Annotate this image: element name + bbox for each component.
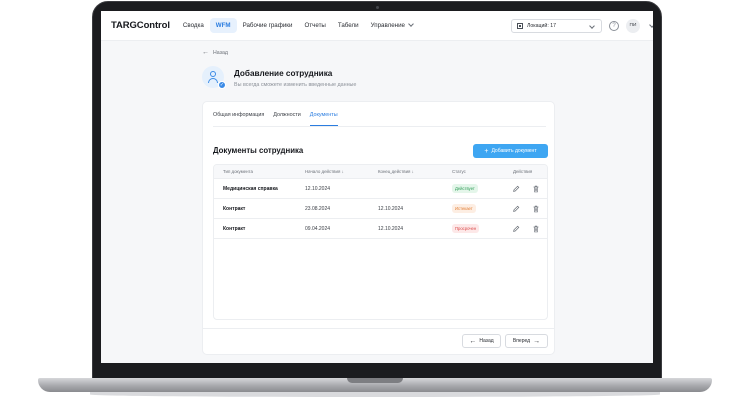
page-subtitle: Вы всегда сможете изменить введенные дан…: [234, 82, 357, 88]
table-row: Контракт 09.04.2024 12.10.2024 Просрочен: [214, 219, 547, 239]
user-icon-body: [208, 78, 218, 83]
page-title: Добавление сотрудника: [234, 69, 333, 78]
tab-documents[interactable]: Документы: [309, 102, 338, 126]
table-header: Тип документа Начало действия ↓ Конец де…: [214, 165, 547, 179]
building-icon: [517, 23, 523, 29]
cell-end: 12.10.2024: [378, 226, 404, 232]
arrow-left-icon: ←: [202, 49, 209, 56]
cell-type: Контракт: [223, 206, 246, 212]
cell-type: Медицинская справка: [223, 186, 278, 192]
help-icon[interactable]: ?: [609, 21, 619, 31]
table-row: Медицинская справка 12.10.2024 Действует: [214, 179, 547, 199]
column-header-end[interactable]: Конец действия ↓: [378, 169, 414, 174]
edit-icon[interactable]: [512, 205, 520, 213]
nav-item-wfm[interactable]: WFM: [209, 18, 237, 33]
chevron-down-icon[interactable]: [649, 22, 653, 28]
tab-positions[interactable]: Должности: [273, 102, 301, 126]
laptop-base: [38, 378, 712, 392]
employee-avatar: ✓: [202, 66, 226, 89]
documents-table: Тип документа Начало действия ↓ Конец де…: [213, 164, 548, 320]
trash-icon[interactable]: [532, 205, 540, 213]
edit-icon[interactable]: [512, 225, 520, 233]
next-button[interactable]: Вперед →: [505, 334, 548, 348]
back-button[interactable]: ← Назад: [462, 334, 501, 348]
nav-item-summary[interactable]: Сводка: [183, 22, 204, 29]
column-header-type[interactable]: Тип документа: [223, 169, 253, 174]
back-button-label: Назад: [479, 338, 494, 344]
arrow-right-icon: →: [533, 337, 541, 345]
cell-end: 12.10.2024: [378, 206, 404, 212]
tab-general-info[interactable]: Общая информация: [213, 102, 264, 126]
user-avatar[interactable]: ПИ: [626, 19, 640, 33]
column-header-status: Статус: [452, 169, 466, 174]
laptop-shadow: [90, 392, 660, 397]
back-link[interactable]: ← Назад: [202, 49, 228, 56]
back-link-label: Назад: [213, 49, 228, 56]
add-document-label: Добавить документ: [491, 148, 537, 154]
status-badge: Просрочен: [452, 224, 480, 233]
nav-item-timesheets[interactable]: Табели: [338, 22, 359, 29]
employee-form-card: Общая информация Должности Документы Док…: [202, 101, 555, 355]
chevron-down-icon: [408, 21, 414, 27]
camera: [376, 6, 379, 9]
app-logo[interactable]: TARGControl: [111, 20, 170, 31]
column-header-actions: Действия: [513, 169, 533, 174]
column-header-start[interactable]: Начало действия ↓: [305, 169, 344, 174]
plus-icon: +: [484, 147, 489, 155]
check-badge-icon: ✓: [218, 81, 226, 89]
arrow-left-icon: ←: [469, 337, 477, 345]
nav-item-management-label: Управление: [370, 22, 405, 29]
cell-type: Контракт: [223, 226, 246, 232]
tabs-divider: [213, 126, 546, 127]
nav-item-schedules[interactable]: Рабочие графики: [243, 22, 293, 29]
location-select[interactable]: Локаций: 17: [511, 19, 602, 33]
laptop-lid: TARGControl Сводка WFM Рабочие графики О…: [92, 1, 662, 379]
status-badge: Действует: [452, 184, 478, 193]
trash-icon[interactable]: [532, 225, 540, 233]
nav-item-management[interactable]: Управление: [370, 21, 414, 29]
location-select-value: Локаций: 17: [527, 23, 556, 29]
tabs: Общая информация Должности Документы: [213, 102, 347, 126]
status-badge: Истекает: [452, 204, 476, 213]
add-document-button[interactable]: + Добавить документ: [473, 144, 548, 158]
edit-icon[interactable]: [512, 185, 520, 193]
footer-divider: [203, 328, 554, 329]
user-icon-head: [210, 71, 216, 77]
trash-icon[interactable]: [532, 185, 540, 193]
screen: TARGControl Сводка WFM Рабочие графики О…: [101, 11, 653, 363]
top-navigation: TARGControl Сводка WFM Рабочие графики О…: [101, 11, 653, 41]
next-button-label: Вперед: [512, 338, 531, 344]
cell-start: 12.10.2024: [305, 186, 331, 192]
section-title: Документы сотрудника: [213, 146, 304, 155]
table-row: Контракт 23.08.2024 12.10.2024 Истекает: [214, 199, 547, 219]
cell-start: 09.04.2024: [305, 226, 331, 232]
laptop-notch: [347, 378, 403, 383]
cell-start: 23.08.2024: [305, 206, 331, 212]
nav-item-reports[interactable]: Отчеты: [304, 22, 325, 29]
chevron-down-icon: [589, 23, 595, 29]
